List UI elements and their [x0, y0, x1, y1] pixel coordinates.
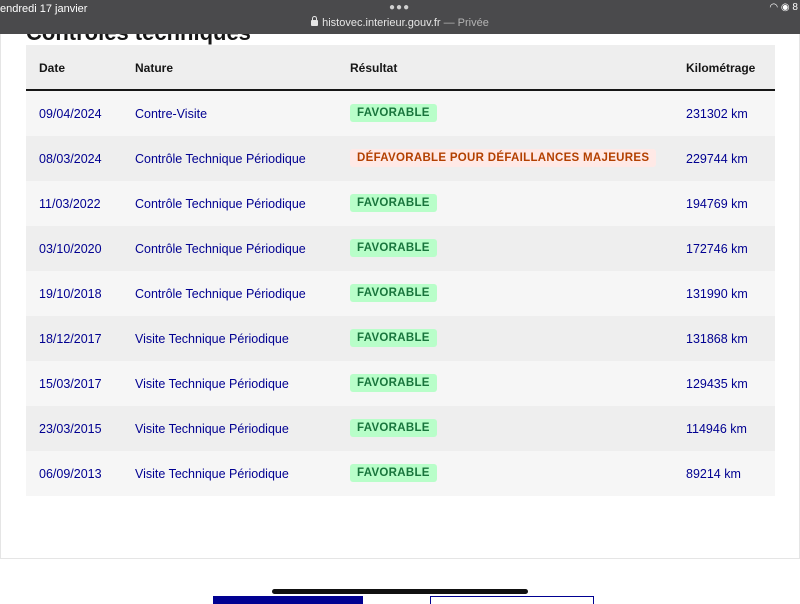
wifi-battery-icons: ◠ ◉ 8: [769, 2, 798, 13]
cell-nature: Visite Technique Périodique: [135, 467, 289, 481]
table-row: 09/04/2024 Contre-Visite FAVORABLE 23130…: [26, 91, 775, 136]
cell-nature: Visite Technique Périodique: [135, 422, 289, 436]
header-nature: Nature: [135, 61, 174, 75]
table-row: 15/03/2017 Visite Technique Périodique F…: [26, 361, 775, 406]
cell-mileage: 131868 km: [686, 332, 748, 346]
table-header: Date Nature Résultat Kilométrage: [26, 45, 775, 91]
cell-mileage: 129435 km: [686, 377, 748, 391]
cell-nature: Contrôle Technique Périodique: [135, 197, 306, 211]
result-badge-favorable: FAVORABLE: [350, 239, 437, 257]
table-row: 08/03/2024 Contrôle Technique Périodique…: [26, 136, 775, 181]
lock-icon: [311, 16, 319, 26]
address-url: histovec.interieur.gouv.fr: [322, 17, 441, 29]
cell-date: 15/03/2017: [39, 377, 102, 391]
cell-date: 18/12/2017: [39, 332, 102, 346]
secondary-button[interactable]: [430, 596, 594, 604]
cell-nature: Contre-Visite: [135, 107, 208, 121]
table-row: 18/12/2017 Visite Technique Périodique F…: [26, 316, 775, 361]
cell-nature: Visite Technique Périodique: [135, 332, 289, 346]
cell-mileage: 131990 km: [686, 287, 748, 301]
table-row: 03/10/2020 Contrôle Technique Périodique…: [26, 226, 775, 271]
header-date: Date: [39, 61, 66, 75]
result-badge-favorable: FAVORABLE: [350, 194, 437, 212]
result-badge-favorable: FAVORABLE: [350, 284, 437, 302]
technical-controls-table: Date Nature Résultat Kilométrage 09/04/2…: [26, 45, 775, 496]
table-body: 09/04/2024 Contre-Visite FAVORABLE 23130…: [26, 91, 775, 496]
page-content: Contrôles techniques Date Nature Résulta…: [0, 34, 800, 604]
cell-mileage: 231302 km: [686, 107, 748, 121]
cell-date: 19/10/2018: [39, 287, 102, 301]
cell-mileage: 194769 km: [686, 197, 748, 211]
cell-nature: Contrôle Technique Périodique: [135, 287, 306, 301]
table-row: 06/09/2013 Visite Technique Périodique F…: [26, 451, 775, 496]
result-badge-defavorable: DÉFAVORABLE POUR DÉFAILLANCES MAJEURES: [350, 149, 657, 167]
cell-date: 03/10/2020: [39, 242, 102, 256]
header-mileage: Kilométrage: [686, 61, 756, 75]
cell-date: 09/04/2024: [39, 107, 102, 121]
cell-date: 11/03/2022: [39, 197, 101, 211]
table-row: 11/03/2022 Contrôle Technique Périodique…: [26, 181, 775, 226]
primary-button[interactable]: [213, 596, 363, 604]
result-badge-favorable: FAVORABLE: [350, 464, 437, 482]
cell-mileage: 89214 km: [686, 467, 741, 481]
table-row: 19/10/2018 Contrôle Technique Périodique…: [26, 271, 775, 316]
result-badge-favorable: FAVORABLE: [350, 419, 437, 437]
home-indicator[interactable]: [272, 589, 528, 594]
header-result: Résultat: [350, 61, 398, 75]
cell-mileage: 172746 km: [686, 242, 748, 256]
cell-nature: Contrôle Technique Périodique: [135, 242, 306, 256]
private-mode-label: — Privée: [443, 17, 489, 29]
result-badge-favorable: FAVORABLE: [350, 329, 437, 347]
cell-date: 08/03/2024: [39, 152, 102, 166]
cell-nature: Visite Technique Périodique: [135, 377, 289, 391]
technical-controls-card: Contrôles techniques Date Nature Résulta…: [0, 34, 800, 559]
browser-status-bar: endredi 17 janvier ●●● histovec.interieu…: [0, 0, 800, 34]
cell-mileage: 114946 km: [686, 422, 747, 436]
cell-nature: Contrôle Technique Périodique: [135, 152, 306, 166]
cell-mileage: 229744 km: [686, 152, 748, 166]
result-badge-favorable: FAVORABLE: [350, 374, 437, 392]
cell-date: 23/03/2015: [39, 422, 102, 436]
status-datetime: endredi 17 janvier: [0, 3, 88, 15]
table-row: 23/03/2015 Visite Technique Périodique F…: [26, 406, 775, 451]
more-options-icon[interactable]: ●●●: [389, 2, 410, 13]
cell-date: 06/09/2013: [39, 467, 102, 481]
result-badge-favorable: FAVORABLE: [350, 104, 437, 122]
address-bar[interactable]: histovec.interieur.gouv.fr — Privée: [0, 16, 800, 29]
